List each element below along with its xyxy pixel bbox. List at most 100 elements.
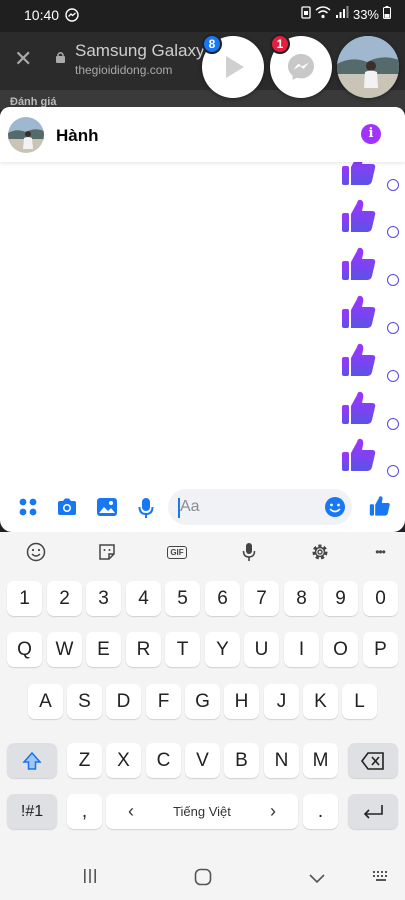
key-c[interactable]: C bbox=[146, 743, 181, 778]
like-message[interactable] bbox=[335, 340, 405, 388]
emoji-icon[interactable] bbox=[324, 496, 346, 523]
delivered-status-icon bbox=[387, 322, 399, 334]
emoji-icon[interactable] bbox=[25, 541, 47, 563]
comma-key[interactable]: , bbox=[67, 794, 102, 829]
key-h[interactable]: H bbox=[224, 684, 259, 719]
chat-head-messenger[interactable]: 1 bbox=[270, 34, 332, 98]
key-0[interactable]: 0 bbox=[363, 581, 398, 616]
browser-url: thegioididong.com bbox=[75, 63, 173, 77]
key-n[interactable]: N bbox=[264, 743, 299, 778]
key-p[interactable]: P bbox=[363, 632, 398, 667]
delivered-status-icon bbox=[387, 179, 399, 191]
more-actions-icon[interactable] bbox=[18, 497, 38, 522]
key-g[interactable]: G bbox=[185, 684, 220, 719]
like-icon bbox=[342, 343, 376, 376]
chat-header: Hành i bbox=[0, 107, 405, 162]
like-icon bbox=[342, 247, 376, 280]
key-x[interactable]: X bbox=[106, 743, 141, 778]
key-w[interactable]: W bbox=[47, 632, 82, 667]
recent-apps-icon[interactable] bbox=[83, 868, 97, 889]
key-4[interactable]: 4 bbox=[126, 581, 161, 616]
gif-icon[interactable]: GIF bbox=[166, 541, 188, 563]
close-icon[interactable]: ✕ bbox=[14, 46, 32, 72]
key-5[interactable]: 5 bbox=[165, 581, 200, 616]
play-icon bbox=[226, 56, 244, 78]
key-u[interactable]: U bbox=[244, 632, 279, 667]
key-v[interactable]: V bbox=[185, 743, 220, 778]
contact-name[interactable]: Hành bbox=[56, 126, 99, 146]
chat-head-video[interactable]: 8 bbox=[202, 34, 264, 98]
key-6[interactable]: 6 bbox=[205, 581, 240, 616]
delivered-status-icon bbox=[387, 226, 399, 238]
shift-icon bbox=[22, 751, 42, 770]
messenger-notification-icon bbox=[65, 8, 79, 27]
key-8[interactable]: 8 bbox=[284, 581, 319, 616]
browser-page-title: Samsung Galaxy bbox=[75, 41, 205, 60]
avatar[interactable] bbox=[8, 117, 44, 153]
enter-key[interactable] bbox=[348, 794, 398, 829]
contact-avatar bbox=[337, 36, 399, 98]
keyboard: GIF ••• 1 2 3 4 5 6 7 8 9 0 Q W E R T Y … bbox=[0, 532, 405, 858]
key-o[interactable]: O bbox=[323, 632, 358, 667]
delivered-status-icon bbox=[387, 274, 399, 286]
key-a[interactable]: A bbox=[28, 684, 63, 719]
key-s[interactable]: S bbox=[67, 684, 102, 719]
mic-icon[interactable] bbox=[138, 497, 154, 524]
key-9[interactable]: 9 bbox=[323, 581, 358, 616]
like-message[interactable] bbox=[335, 388, 405, 436]
chat-panel: Hành i bbox=[0, 107, 405, 532]
like-message[interactable] bbox=[335, 244, 405, 292]
key-7[interactable]: 7 bbox=[244, 581, 279, 616]
backspace-key[interactable] bbox=[348, 743, 398, 778]
key-y[interactable]: Y bbox=[205, 632, 240, 667]
key-d[interactable]: D bbox=[106, 684, 141, 719]
like-message[interactable] bbox=[335, 196, 405, 244]
key-k[interactable]: K bbox=[303, 684, 338, 719]
settings-icon[interactable] bbox=[309, 541, 331, 563]
message-list[interactable] bbox=[0, 147, 405, 477]
space-key[interactable]: ‹ Tiếng Việt › bbox=[106, 794, 298, 829]
like-send-icon[interactable] bbox=[368, 494, 392, 523]
more-icon[interactable]: ••• bbox=[369, 541, 391, 563]
mic-icon[interactable] bbox=[238, 541, 260, 563]
key-z[interactable]: Z bbox=[67, 743, 102, 778]
like-message[interactable] bbox=[335, 435, 405, 483]
key-f[interactable]: F bbox=[146, 684, 181, 719]
gallery-icon[interactable] bbox=[96, 497, 118, 522]
home-icon[interactable] bbox=[194, 868, 212, 891]
keyboard-switch-icon[interactable] bbox=[372, 870, 390, 889]
sticker-icon[interactable] bbox=[96, 541, 118, 563]
key-b[interactable]: B bbox=[224, 743, 259, 778]
back-chevron-icon[interactable] bbox=[309, 871, 325, 889]
keyboard-toolbar: GIF ••• bbox=[0, 532, 405, 570]
backspace-icon bbox=[361, 751, 384, 770]
enter-icon bbox=[363, 804, 383, 819]
battery-icon bbox=[383, 6, 391, 22]
camera-icon[interactable] bbox=[56, 497, 78, 522]
key-e[interactable]: E bbox=[86, 632, 121, 667]
shift-key[interactable] bbox=[7, 743, 57, 778]
key-1[interactable]: 1 bbox=[7, 581, 42, 616]
chat-head-badge: 1 bbox=[270, 34, 290, 54]
chat-head-contact[interactable] bbox=[337, 36, 399, 98]
key-r[interactable]: R bbox=[126, 632, 161, 667]
delivered-status-icon bbox=[387, 370, 399, 382]
status-icons: 33% bbox=[301, 6, 391, 22]
battery-text: 33% bbox=[352, 6, 379, 22]
key-2[interactable]: 2 bbox=[47, 581, 82, 616]
period-key[interactable]: . bbox=[303, 794, 338, 829]
key-l[interactable]: L bbox=[342, 684, 377, 719]
key-j[interactable]: J bbox=[264, 684, 299, 719]
delivered-status-icon bbox=[387, 465, 399, 477]
info-icon[interactable]: i bbox=[361, 124, 381, 144]
message-composer bbox=[0, 487, 405, 532]
key-3[interactable]: 3 bbox=[86, 581, 121, 616]
delivered-status-icon bbox=[387, 418, 399, 430]
key-i[interactable]: I bbox=[284, 632, 319, 667]
like-message[interactable] bbox=[335, 292, 405, 340]
key-t[interactable]: T bbox=[165, 632, 200, 667]
key-m[interactable]: M bbox=[303, 743, 338, 778]
chat-head-badge: 8 bbox=[202, 34, 222, 54]
key-q[interactable]: Q bbox=[7, 632, 42, 667]
symbols-key[interactable]: !#1 bbox=[7, 794, 57, 829]
